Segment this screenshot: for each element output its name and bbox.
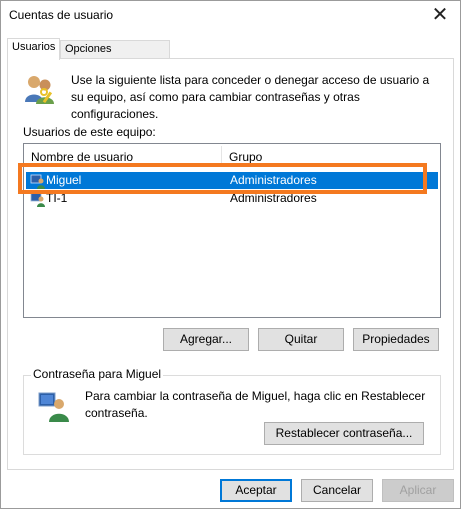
password-description: Para cambiar la contraseña de Miguel, ha… — [85, 389, 426, 420]
user-computer-icon — [30, 174, 45, 189]
intro-description: Use la siguiente lista para conceder o d… — [71, 73, 430, 121]
title-bar[interactable]: Cuentas de usuario ✕ — [1, 1, 460, 31]
row-group: Administradores — [230, 191, 317, 205]
reset-password-button[interactable]: Restablecer contraseña... — [264, 422, 424, 445]
row-username: Miguel — [46, 173, 82, 187]
properties-button[interactable]: Propiedades — [353, 328, 439, 351]
column-divider[interactable] — [221, 146, 222, 164]
tab-usuarios[interactable]: Usuarios — [7, 38, 60, 60]
users-icon — [25, 76, 54, 104]
column-header-username[interactable]: Nombre de usuario — [31, 144, 133, 165]
cancel-button[interactable]: Cancelar — [301, 479, 373, 502]
user-computer-icon — [30, 192, 45, 207]
user-password-icon — [38, 392, 69, 422]
row-group: Administradores — [230, 173, 317, 187]
table-row-miguel[interactable]: Miguel Administradores — [26, 172, 438, 189]
tab-usuarios-label: Usuarios — [12, 41, 56, 53]
users-list[interactable]: Nombre de usuario Grupo Miguel Administr… — [23, 143, 441, 318]
apply-button[interactable]: Aplicar — [382, 479, 454, 502]
tab-opciones-avanzadas[interactable]: Opciones avanzadas — [60, 40, 170, 72]
window-title: Cuentas de usuario — [9, 8, 114, 22]
close-icon[interactable]: ✕ — [429, 3, 451, 27]
ok-button[interactable]: Aceptar — [220, 479, 292, 502]
users-list-label: Usuarios de este equipo: — [23, 125, 156, 139]
add-user-button[interactable]: Agregar... — [163, 328, 249, 351]
row-username: TI-1 — [46, 191, 68, 205]
remove-user-button[interactable]: Quitar — [258, 328, 344, 351]
password-group-label: Contraseña para Miguel — [31, 367, 164, 381]
column-header-group[interactable]: Grupo — [229, 144, 262, 165]
table-row-ti-1[interactable]: TI-1 Administradores — [26, 190, 438, 207]
